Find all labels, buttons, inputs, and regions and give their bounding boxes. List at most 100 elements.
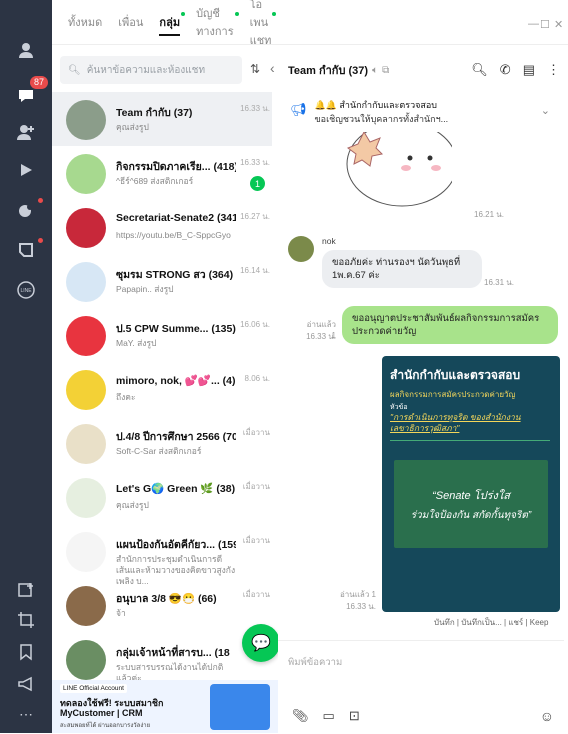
friends-icon[interactable]: [14, 38, 38, 62]
chat-time: 8.06 น.: [244, 374, 270, 383]
close-icon[interactable]: ✕: [554, 18, 563, 31]
expand-icon[interactable]: ⌄: [541, 104, 550, 117]
tab-bar: ทั้งหมด เพื่อน กลุ่ม บัญชีทางการ โอเพนแช…: [52, 0, 297, 47]
chat-preview: Papapin.. ส่งรูป: [116, 284, 174, 294]
chat-name: Secretariat-Senate2 (341): [116, 212, 236, 224]
chat-row[interactable]: Team กำกับ (37) คุณส่งรูป 16.33 น.: [52, 92, 272, 146]
message-input-area[interactable]: พิมพ์ข้อความ 📎︎ ▭ ⊡ ☺: [278, 640, 564, 734]
message-input[interactable]: พิมพ์ข้อความ: [288, 655, 342, 670]
chat-time: 16.06 น.: [240, 320, 270, 329]
ad-image: [210, 684, 270, 730]
tab-friends[interactable]: เพื่อน: [110, 0, 151, 44]
chat-list-panel: ทั้งหมด เพื่อน กลุ่ม บัญชีทางการ โอเพนแช…: [52, 0, 327, 733]
chat-preview: คุณส่งรูป: [116, 122, 149, 132]
chat-preview: Soft-C-Sar ส่งสติกเกอร์: [116, 446, 202, 456]
chat-avatar: [66, 532, 106, 572]
chat-row[interactable]: กลุ่มเจ้าหน้าที่สารบ... (18 ระบบสารบรรณได…: [52, 632, 272, 686]
ad-line2: MyCustomer | CRM: [60, 708, 143, 718]
chat-title: Team กำกับ (37): [288, 65, 369, 77]
add-square-icon[interactable]: [14, 578, 38, 602]
chat-preview: จ้า: [116, 608, 126, 618]
chat-row[interactable]: Let's G🌍 Green 🌿 (38) คุณส่งรูป เมื่อวาน: [52, 470, 272, 524]
chat-row[interactable]: Secretariat-Senate2 (341) https://youtu.b…: [52, 200, 272, 254]
poster-slogan-2: ร่วมใจป้องกัน สกัดกั้นทุจริต”: [410, 510, 532, 521]
chat-row[interactable]: กิจกรรมปิดภาคเรีย... (418) ^ธีร์^689 ส่งส…: [52, 146, 272, 200]
chat-time: 16.33 น.: [240, 104, 270, 113]
image-actions[interactable]: บันทึก | บันทึกเป็น... | แชร์ | Keep: [434, 616, 548, 629]
chat-avatar: [66, 154, 106, 194]
chat-time: 16.14 น.: [240, 266, 270, 275]
chat-row[interactable]: ซุมรม STRONG สว (364) Papapin.. ส่งรูป 16.…: [52, 254, 272, 308]
openchat-dot: [38, 238, 43, 243]
chat-row[interactable]: ป.5 CPW Summe... (135) MaY. ส่งรูป 16.06 น…: [52, 308, 272, 362]
voom-icon[interactable]: [14, 198, 38, 222]
maximize-icon[interactable]: ☐: [540, 18, 550, 31]
menu-icon[interactable]: ⋮: [547, 62, 560, 78]
crop-icon[interactable]: [14, 608, 38, 632]
chat-avatar: [66, 424, 106, 464]
poster-topic: "การดำเนินการทุจริต ของสำนักงานเลขาธิการ…: [390, 412, 521, 433]
call-icon[interactable]: ✆: [500, 62, 511, 78]
sticker-time: 16.21 น.: [474, 210, 504, 219]
chat-row[interactable]: ป.4/8 ปีการศึกษา 2566 (70) Soft-C-Sar ส่ง…: [52, 416, 272, 470]
chat-avatar: [66, 262, 106, 302]
play-icon[interactable]: [14, 158, 38, 182]
line-icon[interactable]: LINE: [14, 278, 38, 302]
emoji-icon[interactable]: ☺: [540, 708, 554, 724]
outgoing-time: 16.33 น.: [306, 332, 336, 341]
attach-icon[interactable]: 📎︎: [292, 708, 309, 724]
chat-preview: คุณส่งรูป: [116, 500, 149, 510]
tab-groups[interactable]: กลุ่ม: [151, 0, 188, 44]
ad-line3: สะสมพอยท์ได้ ผ่านออกบารงวัลง่าย: [60, 723, 151, 729]
search-box[interactable]: 🔍︎ ค้นหาข้อความและห้องแชท: [60, 56, 242, 84]
announcement-line2: ขอเชิญชวนให้บุคลากรทั้งสำนักฯ...: [314, 114, 449, 124]
voom-dot: [38, 198, 43, 203]
chat-name: ซุมรม STRONG สว (364): [116, 269, 234, 281]
ad-tag: LINE Official Account: [60, 684, 127, 693]
notes-icon[interactable]: ▤: [523, 62, 535, 78]
chat-name: Let's G🌍 Green 🌿 (38): [116, 483, 236, 495]
screenshot-icon[interactable]: ⊡: [349, 708, 360, 724]
outgoing-message[interactable]: ขออนุญาตประชาสัมพันธ์ผลกิจกรรมการสมัครปร…: [342, 306, 558, 344]
sender-avatar[interactable]: [288, 236, 314, 262]
chat-row[interactable]: แผนป้องกันอัตคีกัยว... (159) สำนักการประช…: [52, 524, 272, 586]
poster-time: 16.33 น.: [346, 602, 376, 611]
announcement-bar[interactable]: 📢︎ 🔔🔔 สำนักกำกับและตรวจสอบ ขอเชิญชวนให้บ…: [278, 92, 564, 133]
search-chat-icon[interactable]: 🔍︎: [471, 62, 488, 78]
tab-all[interactable]: ทั้งหมด: [60, 0, 110, 44]
chat-name: แผนป้องกันอัตคีกัยว... (159): [116, 539, 236, 551]
chat-time: เมื่อวาน: [242, 590, 270, 599]
poster-subheading: ผลกิจกรรมการสมัครประกวดค่ายวัญ: [390, 390, 516, 399]
svg-text:LINE: LINE: [20, 288, 32, 294]
ad-banner[interactable]: LINE Official Account ทดลองใช้ฟรี! ระบบส…: [52, 680, 278, 733]
chat-name: Team กำกับ (37): [116, 107, 193, 119]
bookmark-icon[interactable]: [14, 640, 38, 664]
openchat-icon[interactable]: [14, 238, 38, 262]
chat-preview: MaY. ส่งรูป: [116, 338, 157, 348]
add-friend-icon[interactable]: [14, 120, 38, 144]
sticker-image: [346, 132, 452, 207]
keep-icon[interactable]: ▭: [323, 708, 335, 724]
copy-icon[interactable]: ⧉: [382, 65, 389, 76]
sort-icon[interactable]: ⇅: [250, 62, 260, 76]
mute-icon[interactable]: 🔈︎: [372, 65, 378, 76]
collapse-icon[interactable]: ‹: [270, 60, 275, 76]
unread-badge: 87: [30, 76, 49, 89]
minimize-icon[interactable]: —: [528, 18, 539, 30]
tab-openchat[interactable]: โอเพนแชท: [242, 0, 280, 47]
more-icon[interactable]: ⋯: [14, 702, 38, 726]
new-chat-button[interactable]: 💬: [242, 624, 280, 662]
message-area: 16.21 น. nok ขออภัยค่ะ ท่านรองฯ นัดวันพุ…: [278, 132, 564, 640]
chat-avatar: [66, 370, 106, 410]
chat-name: อนุบาล 3/8 😎😷 (66): [116, 593, 217, 605]
chat-name: กลุ่มเจ้าหน้าที่สารบ... (18: [116, 647, 230, 659]
megaphone-icon[interactable]: [14, 672, 38, 696]
chat-name: ป.5 CPW Summe... (135): [116, 323, 236, 335]
tab-official[interactable]: บัญชีทางการ: [188, 0, 242, 44]
chat-row[interactable]: mimoro, nok, 💕💕... (4) ถึงคะ 8.06 น.: [52, 362, 272, 416]
chat-rows: Team กำกับ (37) คุณส่งรูป 16.33 น. กิจกรรมป…: [52, 92, 272, 686]
chat-name: กิจกรรมปิดภาคเรีย... (418): [116, 161, 236, 173]
chat-row[interactable]: อนุบาล 3/8 😎😷 (66) จ้า เมื่อวาน: [52, 578, 272, 632]
poster-image[interactable]: สำนักกำกับและตรวจสอบ ผลกิจกรรมการสมัครปร…: [382, 356, 560, 612]
incoming-message[interactable]: ขออภัยค่ะ ท่านรองฯ นัดวันพุธที่ 1พ.ค.67 …: [322, 250, 482, 288]
